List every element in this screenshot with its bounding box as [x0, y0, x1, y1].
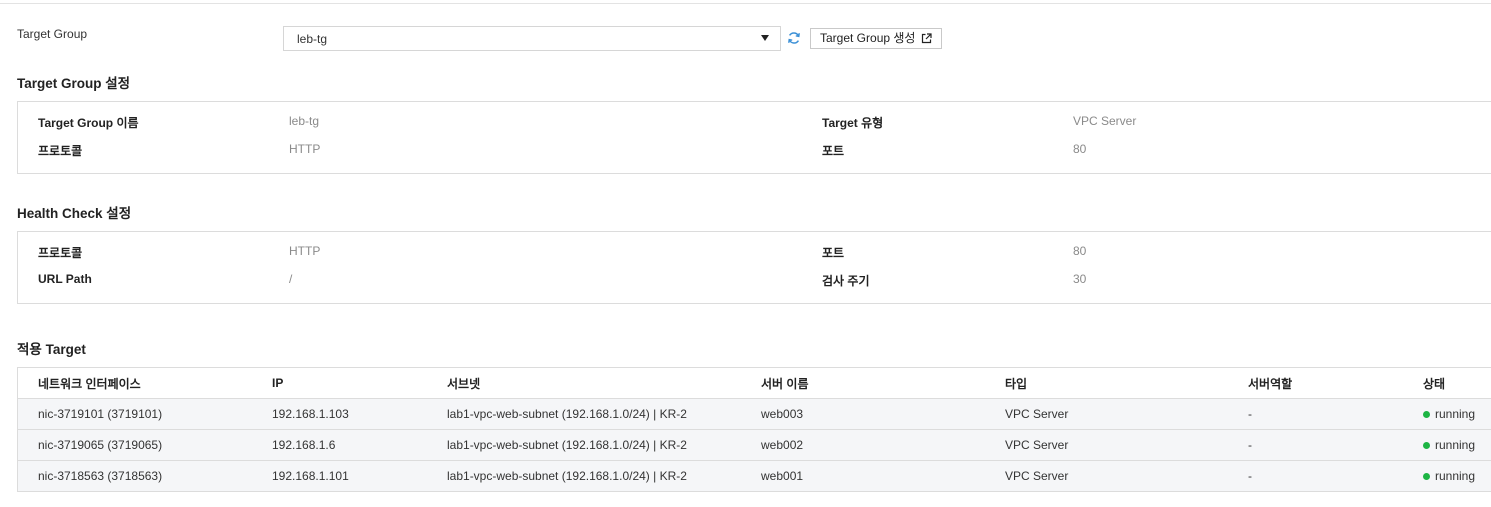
health-check-box: 프로토콜 HTTP 포트 80 URL Path / 검사 주기 30 [17, 231, 1491, 304]
table-row: nic-3719101 (3719101) 192.168.1.103 lab1… [18, 398, 1491, 430]
top-divider [0, 3, 1491, 4]
table-header-row: 네트워크 인터페이스 IP 서브넷 서버 이름 타입 서버역할 상태 [18, 368, 1491, 399]
tg-name-label: Target Group 이름 [38, 116, 139, 130]
target-group-selected-value: leb-tg [297, 32, 328, 46]
col-header-status: 상태 [1423, 368, 1491, 399]
tg-settings-title: Target Group 설정 [17, 76, 131, 91]
table-row: nic-3719065 (3719065) 192.168.1.6 lab1-v… [18, 429, 1491, 461]
hc-path-label: URL Path [38, 272, 92, 286]
cell-ip: 192.168.1.6 [272, 429, 447, 461]
cell-server-name: web003 [761, 398, 1005, 430]
cell-nic: nic-3719101 (3719101) [18, 398, 272, 430]
cell-subnet: lab1-vpc-web-subnet (192.168.1.0/24) | K… [447, 429, 761, 461]
create-target-group-label: Target Group 생성 [820, 31, 916, 45]
cell-server-name: web001 [761, 460, 1005, 491]
cell-nic: nic-3719065 (3719065) [18, 429, 272, 461]
cell-ip: 192.168.1.103 [272, 398, 447, 430]
hc-port-value: 80 [1073, 244, 1087, 258]
col-header-type: 타입 [1005, 368, 1248, 399]
status-text: running [1435, 407, 1476, 421]
cell-status: running [1423, 460, 1491, 491]
cell-role: - [1248, 429, 1423, 461]
cell-subnet: lab1-vpc-web-subnet (192.168.1.0/24) | K… [447, 460, 761, 491]
cell-type: VPC Server [1005, 460, 1248, 491]
tg-type-value: VPC Server [1073, 114, 1137, 128]
col-header-ip: IP [272, 368, 447, 399]
hc-protocol-value: HTTP [289, 244, 321, 258]
table-row: nic-3718563 (3718563) 192.168.1.101 lab1… [18, 460, 1491, 491]
hc-interval-value: 30 [1073, 272, 1087, 286]
cell-role: - [1248, 398, 1423, 430]
health-check-title: Health Check 설정 [17, 206, 132, 221]
hc-interval-label: 검사 주기 [822, 274, 870, 288]
tg-settings-box: Target Group 이름 leb-tg Target 유형 VPC Ser… [17, 101, 1491, 174]
status-running-icon [1423, 473, 1430, 480]
cell-status: running [1423, 429, 1491, 461]
col-header-role: 서버역할 [1248, 368, 1423, 399]
cell-type: VPC Server [1005, 429, 1248, 461]
tg-port-label: 포트 [822, 144, 845, 158]
status-text: running [1435, 469, 1476, 483]
cell-type: VPC Server [1005, 398, 1248, 430]
status-running-icon [1423, 442, 1430, 449]
tg-protocol-label: 프로토콜 [38, 144, 83, 158]
target-group-label: Target Group [17, 27, 88, 41]
targets-table: 네트워크 인터페이스 IP 서브넷 서버 이름 타입 서버역할 상태 nic-3… [17, 367, 1491, 492]
status-running-icon [1423, 411, 1430, 418]
create-target-group-button[interactable]: Target Group 생성 [810, 28, 943, 49]
tg-port-value: 80 [1073, 142, 1087, 156]
refresh-icon[interactable] [787, 31, 801, 45]
tg-type-label: Target 유형 [822, 116, 884, 130]
dropdown-arrow-icon [761, 35, 769, 41]
cell-server-name: web002 [761, 429, 1005, 461]
hc-path-value: / [289, 272, 293, 286]
hc-protocol-label: 프로토콜 [38, 246, 83, 260]
col-header-subnet: 서브넷 [447, 368, 761, 399]
cell-nic: nic-3718563 (3718563) [18, 460, 272, 491]
status-text: running [1435, 438, 1476, 452]
external-link-icon [922, 33, 933, 44]
tg-name-value: leb-tg [289, 114, 320, 128]
col-header-nic: 네트워크 인터페이스 [18, 368, 272, 399]
cell-ip: 192.168.1.101 [272, 460, 447, 491]
hc-port-label: 포트 [822, 246, 845, 260]
cell-subnet: lab1-vpc-web-subnet (192.168.1.0/24) | K… [447, 398, 761, 430]
target-group-select[interactable]: leb-tg [283, 26, 781, 51]
tg-protocol-value: HTTP [289, 142, 321, 156]
col-header-server-name: 서버 이름 [761, 368, 1005, 399]
cell-role: - [1248, 460, 1423, 491]
targets-title: 적용 Target [17, 342, 86, 357]
cell-status: running [1423, 398, 1491, 430]
